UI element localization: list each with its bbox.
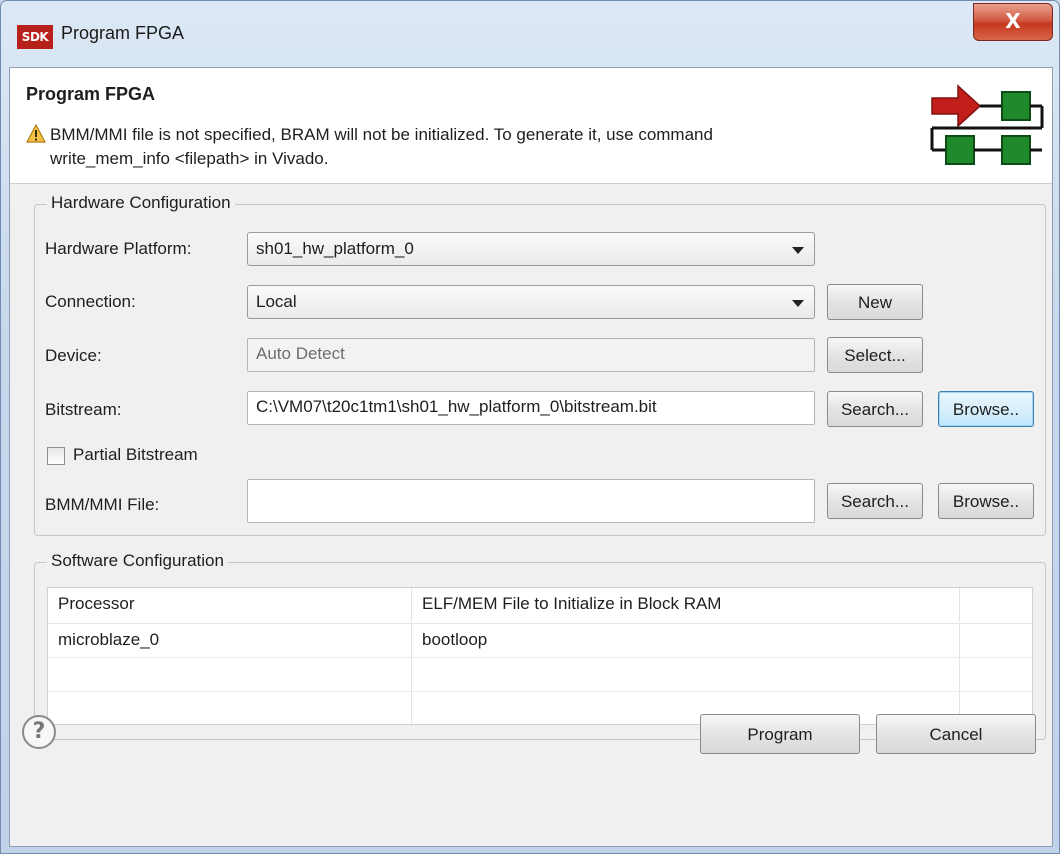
bmm-mmi-file-label: BMM/MMI File:	[45, 495, 160, 514]
bmm-mmi-file-field[interactable]	[247, 479, 815, 523]
column-header-processor[interactable]: Processor	[48, 588, 412, 622]
elf-file-cell[interactable]	[412, 658, 960, 692]
warning-line-2: write_mem_info <filepath> in Vivado.	[50, 149, 329, 168]
program-fpga-graphic	[930, 84, 1044, 165]
software-configuration-label: Software Configuration	[47, 551, 228, 571]
dialog-banner: Program FPGA BMM/MMI file is not specifi…	[10, 68, 1052, 184]
processor-cell	[48, 658, 412, 692]
dialog-heading: Program FPGA	[26, 84, 156, 104]
connection-label: Connection:	[45, 292, 136, 311]
chevron-down-icon	[792, 300, 804, 307]
table-row[interactable]	[48, 658, 1032, 692]
bitstream-browse-button[interactable]: Browse..	[938, 391, 1034, 427]
elf-file-cell[interactable]: bootloop	[412, 624, 960, 658]
hardware-platform-select[interactable]: sh01_hw_platform_0	[247, 232, 815, 266]
bitstream-field[interactable]: C:\VM07\t20c1tm1\sh01_hw_platform_0\bits…	[247, 391, 815, 425]
close-button[interactable]: X	[973, 3, 1053, 41]
bmm-search-button[interactable]: Search...	[827, 483, 923, 519]
hardware-platform-label: Hardware Platform:	[45, 239, 192, 258]
hardware-configuration-group: Hardware Configuration Hardware Platform…	[34, 193, 1046, 536]
help-icon[interactable]: ?	[22, 715, 56, 749]
processor-table[interactable]: Processor ELF/MEM File to Initialize in …	[47, 587, 1033, 726]
connection-value: Local	[256, 292, 297, 311]
hardware-platform-value: sh01_hw_platform_0	[256, 239, 414, 258]
processor-cell: microblaze_0	[48, 624, 412, 658]
warning-icon	[26, 124, 46, 143]
window-title: Program FPGA	[61, 23, 185, 43]
connection-select[interactable]: Local	[247, 285, 815, 319]
device-field: Auto Detect	[247, 338, 815, 372]
new-connection-button[interactable]: New	[827, 284, 923, 320]
hardware-configuration-label: Hardware Configuration	[47, 193, 235, 213]
sdk-app-icon: SDK	[17, 25, 53, 49]
warning-line-1: BMM/MMI file is not specified, BRAM will…	[50, 125, 713, 144]
bitstream-label: Bitstream:	[45, 400, 122, 419]
table-header: Processor ELF/MEM File to Initialize in …	[48, 588, 1032, 624]
cancel-button[interactable]: Cancel	[876, 714, 1036, 754]
chevron-down-icon	[792, 247, 804, 254]
warning-message: BMM/MMI file is not specified, BRAM will…	[50, 123, 930, 171]
column-header-elf-file[interactable]: ELF/MEM File to Initialize in Block RAM	[412, 588, 960, 622]
device-label: Device:	[45, 346, 102, 365]
program-button[interactable]: Program	[700, 714, 860, 754]
processor-cell	[48, 692, 412, 726]
table-row[interactable]: microblaze_0 bootloop	[48, 624, 1032, 658]
partial-bitstream-label[interactable]: Partial Bitstream	[73, 445, 198, 465]
partial-bitstream-checkbox[interactable]	[47, 447, 65, 465]
bitstream-search-button[interactable]: Search...	[827, 391, 923, 427]
dialog-client-area: Program FPGA BMM/MMI file is not specifi…	[9, 67, 1053, 847]
title-bar[interactable]: SDK Program FPGA X	[1, 1, 1059, 67]
program-fpga-window: SDK Program FPGA X Program FPGA BMM/MMI …	[0, 0, 1060, 854]
select-device-button[interactable]: Select...	[827, 337, 923, 373]
bmm-browse-button[interactable]: Browse..	[938, 483, 1034, 519]
